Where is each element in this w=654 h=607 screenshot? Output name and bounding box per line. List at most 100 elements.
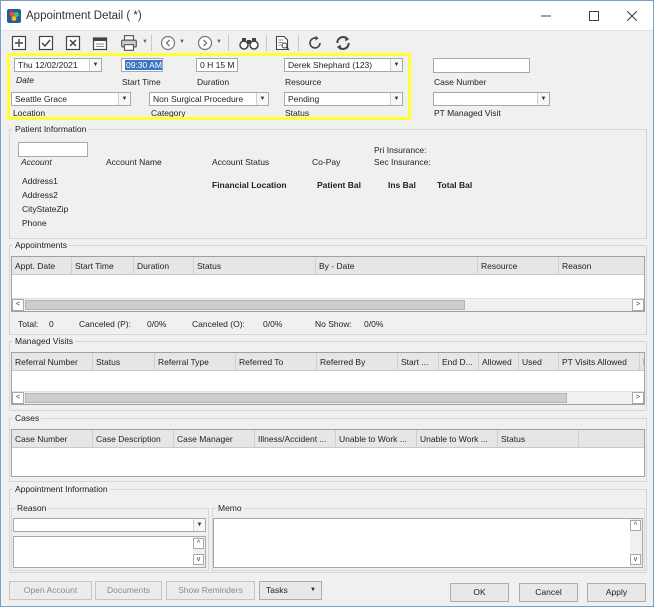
column-header[interactable]: Status xyxy=(498,430,579,448)
cancel-x-icon[interactable] xyxy=(64,34,82,52)
managed-visits-label: Managed Visits xyxy=(13,336,75,346)
column-header[interactable]: Unable to Work ... xyxy=(417,430,498,448)
print-icon[interactable] xyxy=(118,34,140,52)
column-header[interactable]: Referred To xyxy=(236,353,317,371)
calendar-icon[interactable] xyxy=(91,34,109,52)
column-header[interactable]: Reason xyxy=(559,257,644,275)
column-header[interactable]: Referral Number xyxy=(12,353,93,371)
sync-icon[interactable] xyxy=(333,34,353,52)
reason-label: Reason xyxy=(15,503,49,513)
pt-managed-visit-select[interactable]: ▼ xyxy=(433,92,550,106)
ok-button[interactable]: OK xyxy=(450,583,509,602)
column-header[interactable]: Illness/Accident ... xyxy=(255,430,336,448)
memo-vscrollbar[interactable]: ^ v xyxy=(630,519,642,567)
canceled-p-label: Canceled (P): xyxy=(79,319,131,329)
check-icon[interactable] xyxy=(37,34,55,52)
documents-button[interactable]: Documents xyxy=(95,581,162,600)
open-account-button[interactable]: Open Account xyxy=(9,581,92,600)
cancel-button[interactable]: Cancel xyxy=(519,583,578,602)
copay-label: Co-Pay xyxy=(312,157,341,167)
scroll-up-icon[interactable]: ^ xyxy=(630,520,641,531)
address2-label: Address2 xyxy=(22,190,58,200)
pt-managed-visit-label: PT Managed Visit xyxy=(434,108,501,118)
account-input[interactable] xyxy=(18,142,88,157)
app-logo-icon xyxy=(7,9,21,23)
print-dropdown-icon[interactable]: ▼ xyxy=(142,39,148,45)
column-header[interactable]: Start Time xyxy=(72,257,134,275)
account-label: Account xyxy=(21,157,52,167)
column-header[interactable]: Referral Type xyxy=(155,353,236,371)
appointments-grid[interactable]: Appt. Date Start Time Duration Status By… xyxy=(11,256,645,312)
column-header[interactable]: Duration xyxy=(134,257,194,275)
patient-information-label: Patient Information xyxy=(13,124,89,134)
scroll-down-icon[interactable]: v xyxy=(193,554,204,565)
column-header[interactable]: End D... xyxy=(439,353,479,371)
financial-location-label: Financial Location xyxy=(212,180,287,190)
scroll-right-icon[interactable]: > xyxy=(632,299,644,311)
column-header[interactable]: PT Visits Allowed xyxy=(559,353,640,371)
account-name-label: Account Name xyxy=(106,157,162,167)
window-title: Appointment Detail ( *) xyxy=(26,10,142,22)
show-reminders-button[interactable]: Show Reminders xyxy=(166,581,255,600)
case-number-label: Case Number xyxy=(434,77,487,87)
scroll-left-icon[interactable]: < xyxy=(12,299,24,311)
managed-visits-hscrollbar[interactable]: < > xyxy=(12,391,644,404)
column-header[interactable]: Status xyxy=(194,257,316,275)
appointments-hscrollbar[interactable]: < > xyxy=(12,298,644,311)
toolbar-separator xyxy=(151,35,152,51)
new-icon[interactable] xyxy=(10,34,28,52)
reason-select[interactable]: ▼ xyxy=(13,518,206,532)
column-header[interactable]: Start ... xyxy=(398,353,439,371)
maximize-icon[interactable] xyxy=(579,6,609,26)
scroll-left-icon[interactable]: < xyxy=(12,392,24,404)
canceled-o-label: Canceled (O): xyxy=(192,319,245,329)
canceled-o-value: 0/0% xyxy=(263,319,283,329)
chevron-down-icon[interactable]: ▼ xyxy=(537,93,549,105)
cases-grid[interactable]: Case Number Case Description Case Manage… xyxy=(11,429,645,477)
column-header[interactable]: Appt. Date xyxy=(12,257,72,275)
binoculars-icon[interactable] xyxy=(237,34,261,52)
memo-label: Memo xyxy=(216,503,244,513)
title-bar[interactable]: Appointment Detail ( *) xyxy=(1,1,653,31)
highlight-box xyxy=(7,53,411,120)
forward-dropdown-icon[interactable]: ▼ xyxy=(216,39,222,45)
column-header[interactable]: Status xyxy=(93,353,155,371)
chevron-down-icon[interactable]: ▼ xyxy=(193,519,205,531)
toolbar-separator xyxy=(298,35,299,51)
column-header[interactable]: Used xyxy=(519,353,559,371)
refresh-icon[interactable] xyxy=(306,34,324,52)
managed-visits-grid[interactable]: Referral Number Status Referral Type Ref… xyxy=(11,352,645,405)
appointments-label: Appointments xyxy=(13,240,69,250)
column-header[interactable]: Case Manager xyxy=(174,430,255,448)
scroll-right-icon[interactable]: > xyxy=(632,392,644,404)
column-header[interactable]: Referred By xyxy=(317,353,398,371)
column-header[interactable]: Resource xyxy=(478,257,559,275)
cases-grid-header: Case Number Case Description Case Manage… xyxy=(12,430,644,448)
scroll-thumb[interactable] xyxy=(25,393,567,403)
arrow-right-icon[interactable] xyxy=(196,34,214,52)
minimize-icon[interactable] xyxy=(531,6,561,26)
noshow-value: 0/0% xyxy=(364,319,384,329)
column-header[interactable]: Case Number xyxy=(12,430,93,448)
scroll-down-icon[interactable]: v xyxy=(630,554,641,565)
managed-visits-grid-header: Referral Number Status Referral Type Ref… xyxy=(12,353,644,371)
scroll-thumb[interactable] xyxy=(25,300,465,310)
column-header[interactable]: Case Description xyxy=(93,430,174,448)
appointment-detail-window: Appointment Detail ( *) ▼ ▼ ▼ Thu 12/02/… xyxy=(0,0,654,607)
apply-button[interactable]: Apply xyxy=(587,583,646,602)
column-header[interactable]: Allowed xyxy=(479,353,519,371)
reason-notes-textarea[interactable]: ^ v xyxy=(13,536,206,568)
column-header[interactable]: By - Date xyxy=(316,257,478,275)
back-dropdown-icon[interactable]: ▼ xyxy=(179,39,185,45)
column-header[interactable]: I xyxy=(640,353,644,371)
scroll-up-icon[interactable]: ^ xyxy=(193,538,204,549)
column-header[interactable]: Unable to Work ... xyxy=(336,430,417,448)
tasks-button[interactable]: Tasks ▼ xyxy=(259,581,322,600)
memo-textarea[interactable]: ^ v xyxy=(213,518,643,568)
address1-label: Address1 xyxy=(22,176,58,186)
close-icon[interactable] xyxy=(617,6,647,26)
arrow-left-icon[interactable] xyxy=(159,34,177,52)
document-search-icon[interactable] xyxy=(273,34,291,52)
reason-vscrollbar[interactable]: ^ v xyxy=(193,537,205,567)
case-number-input[interactable] xyxy=(433,58,530,73)
